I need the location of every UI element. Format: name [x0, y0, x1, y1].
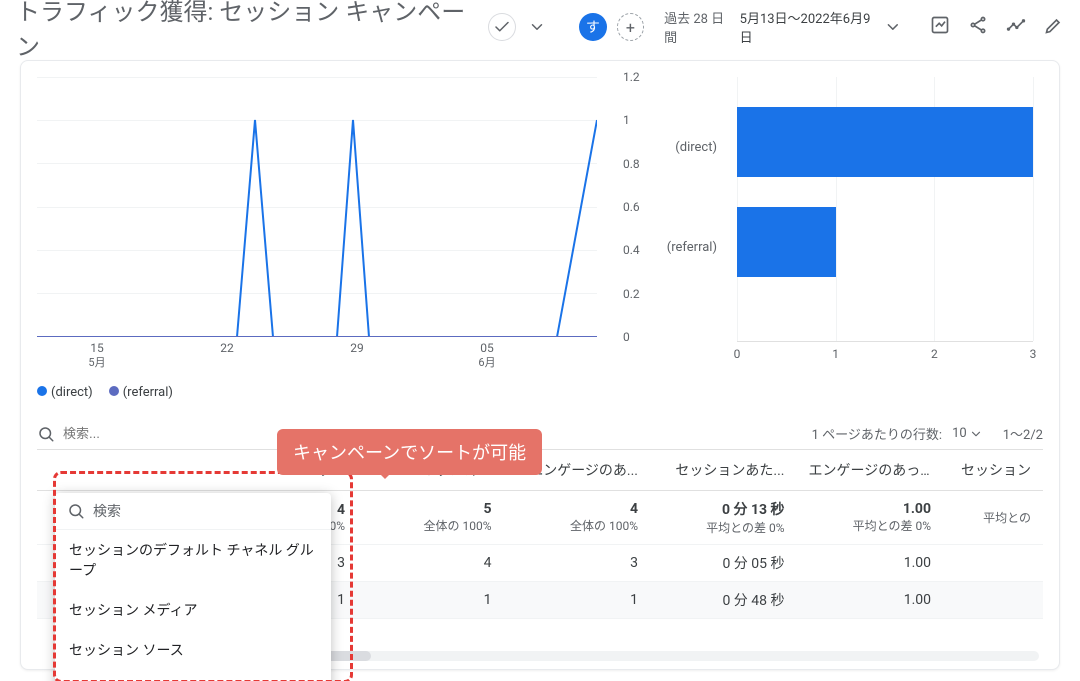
chart-legend: (direct) (referral) — [37, 385, 1043, 400]
report-card: 1.2 1 0.8 0.6 0.4 0.2 0 155月 22 29 056月 — [20, 60, 1060, 670]
date-range-picker[interactable]: 過去 28 日間 5月13日～2022年6月9日 — [664, 8, 902, 46]
col-header[interactable]: エンゲージのあっ... ユーザーあたり） — [797, 450, 944, 491]
date-range-value: 5月13日～2022年6月9日 — [740, 8, 881, 46]
pagination-range: 1～2/2 — [1003, 424, 1043, 443]
bar-chart: (direct) (referral) 0 1 2 3 — [647, 77, 1043, 377]
chevron-down-icon[interactable] — [526, 13, 548, 41]
search-icon — [67, 502, 85, 520]
dropdown-item[interactable]: セッション ソース — [55, 630, 331, 670]
bar-x-axis: 0 1 2 3 — [737, 347, 1033, 367]
chevron-down-icon — [969, 427, 983, 441]
segment-chip[interactable]: す — [579, 13, 606, 41]
add-segment-button[interactable]: + — [617, 13, 644, 41]
dropdown-search[interactable]: 検索 — [55, 493, 331, 530]
date-range-label: 過去 28 日間 — [664, 8, 736, 46]
page-title: トラフィック獲得: セッション キャンペーン — [16, 0, 478, 62]
share-icon[interactable] — [968, 15, 988, 39]
dropdown-item[interactable]: セッションのデフォルト チャネル グループ — [55, 530, 331, 590]
bar-label: (direct) — [647, 140, 727, 155]
rows-per-page-label: 1 ページあたりの行数: — [812, 424, 942, 443]
status-check-icon[interactable] — [488, 13, 515, 41]
dropdown-item[interactable]: セッション メディア — [55, 590, 331, 630]
annotation-callout: キャンペーンでソートが可能 — [277, 429, 542, 475]
insights-icon[interactable] — [1006, 15, 1026, 39]
line-chart: 1.2 1 0.8 0.6 0.4 0.2 0 155月 22 29 056月 — [37, 77, 617, 377]
edit-icon[interactable] — [1044, 15, 1064, 39]
col-header[interactable]: セッションあた... — [650, 450, 797, 491]
dimension-dropdown: 検索 セッションのデフォルト チャネル グループ セッション メディア セッショ… — [55, 493, 331, 681]
line-x-axis: 155月 22 29 056月 — [37, 341, 597, 381]
table-search-input[interactable] — [61, 425, 141, 442]
search-icon — [37, 425, 55, 443]
bar-label: (referral) — [647, 240, 727, 255]
dropdown-item[interactable]: セッションの参照元プラットフォーム — [55, 670, 331, 681]
rows-per-page-select[interactable]: 10 — [952, 426, 983, 441]
page-header: トラフィック獲得: セッション キャンペーン す + 過去 28 日間 5月13… — [0, 0, 1080, 54]
col-header[interactable]: セッション — [943, 450, 1043, 491]
chevron-down-icon — [884, 18, 902, 36]
customize-report-icon[interactable] — [930, 15, 950, 39]
